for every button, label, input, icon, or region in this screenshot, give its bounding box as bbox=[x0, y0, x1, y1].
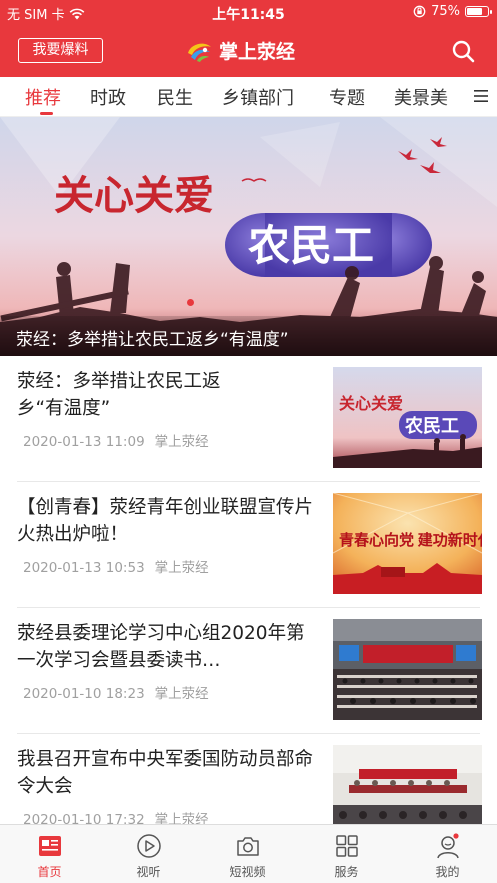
tab-politics[interactable]: 时政 bbox=[90, 84, 126, 110]
news-date: 2020-01-13 10:53 bbox=[23, 560, 145, 576]
active-tab-indicator bbox=[40, 112, 53, 115]
nav-label: 服务 bbox=[334, 865, 359, 879]
nav-label: 我的 bbox=[435, 865, 460, 879]
news-date: 2020-01-13 11:09 bbox=[23, 434, 145, 450]
camera-icon bbox=[237, 837, 259, 856]
bottom-navigation: 首页 视听 短视频 服务 我的 bbox=[0, 824, 497, 883]
status-right: 75% bbox=[413, 4, 492, 19]
thumb-slogan: 青春心向党 建功新时代 bbox=[339, 531, 482, 549]
app-brand: 掌上荥经 bbox=[185, 37, 295, 64]
search-icon[interactable] bbox=[451, 39, 475, 63]
play-icon bbox=[137, 834, 161, 858]
status-bar: 无 SIM 卡 上午11:45 75% bbox=[0, 0, 497, 26]
nav-home[interactable]: 首页 bbox=[0, 825, 99, 883]
tab-towns-departments[interactable]: 乡镇部门 bbox=[222, 84, 294, 110]
news-meta: 2020-01-13 11:09 掌上荥经 bbox=[23, 430, 209, 450]
nav-header: 我要爆料 掌上荥经 bbox=[0, 26, 497, 77]
news-source: 掌上荥经 bbox=[154, 434, 209, 450]
user-icon bbox=[437, 833, 459, 859]
nav-label: 视听 bbox=[136, 865, 161, 879]
nav-audiovisual[interactable]: 视听 bbox=[99, 825, 198, 883]
featured-banner[interactable]: 关心关爱 农民工 荥经：多举措让农民工返乡“有温度” bbox=[0, 117, 497, 356]
news-meta: 2020-01-13 10:53 掌上荥经 bbox=[23, 556, 209, 576]
nav-label: 短视频 bbox=[229, 865, 266, 879]
news-title: 【创青春】荥经青年创业联盟宣传片火热出炉啦！ bbox=[17, 497, 314, 545]
tab-topics[interactable]: 专题 bbox=[329, 84, 365, 110]
app-header-bar: 无 SIM 卡 上午11:45 75% 我要爆料 掌上荥经 bbox=[0, 0, 497, 77]
app-logo-icon bbox=[188, 43, 211, 62]
nav-short-video[interactable]: 短视频 bbox=[198, 825, 297, 883]
news-date: 2020-01-10 18:23 bbox=[23, 686, 145, 702]
news-title: 荥经县委理论学习中心组2020年第一次学习会暨县委读书… bbox=[17, 623, 305, 671]
battery-icon bbox=[465, 6, 492, 17]
banner-caption: 荥经：多举措让农民工返乡“有温度” bbox=[0, 316, 497, 356]
news-icon bbox=[39, 836, 61, 856]
news-meta: 2020-01-10 18:23 掌上荥经 bbox=[23, 682, 209, 702]
orientation-lock-icon bbox=[413, 5, 426, 18]
channel-menu-icon[interactable] bbox=[474, 89, 488, 103]
banner-art-headline: 关心关爱 bbox=[54, 174, 214, 218]
carousel-indicator bbox=[187, 299, 194, 306]
nav-profile[interactable]: 我的 bbox=[398, 825, 497, 883]
app-title: 掌上荥经 bbox=[219, 41, 296, 63]
thumb-headline: 关心关爱 bbox=[339, 394, 403, 413]
category-tabs: 推荐 时政 民生 乡镇部门 专题 美景美 bbox=[0, 77, 497, 117]
news-thumbnail: 关心关爱 农民工 bbox=[333, 367, 482, 468]
report-news-button[interactable]: 我要爆料 bbox=[18, 38, 103, 63]
nav-label: 首页 bbox=[37, 865, 62, 879]
news-item[interactable]: 【创青春】荥经青年创业联盟宣传片火热出炉啦！ 2020-01-13 10:53 掌… bbox=[0, 482, 497, 608]
tab-overflow-fade bbox=[440, 77, 470, 116]
grid-icon bbox=[336, 835, 358, 857]
news-title: 我县召开宣布中央军委国防动员部命令大会 bbox=[17, 749, 314, 797]
news-source: 掌上荥经 bbox=[154, 560, 209, 576]
tab-recommend[interactable]: 推荐 bbox=[25, 84, 61, 110]
thumb-subheadline: 农民工 bbox=[404, 415, 459, 436]
news-item[interactable]: 荥经：多举措让农民工返乡“有温度” 2020-01-13 11:09 掌上荥经 关… bbox=[0, 356, 497, 482]
nav-services[interactable]: 服务 bbox=[297, 825, 396, 883]
banner-art-subheadline: 农民工 bbox=[248, 222, 374, 269]
tab-livelihood[interactable]: 民生 bbox=[157, 84, 193, 110]
battery-percent: 75% bbox=[431, 4, 460, 19]
news-thumbnail: 青春心向党 建功新时代 bbox=[333, 493, 482, 594]
news-item[interactable]: 荥经县委理论学习中心组2020年第一次学习会暨县委读书… 2020-01-10 … bbox=[0, 608, 497, 734]
news-source: 掌上荥经 bbox=[154, 686, 209, 702]
news-title: 荥经：多举措让农民工返乡“有温度” bbox=[17, 371, 221, 419]
news-thumbnail bbox=[333, 619, 482, 720]
